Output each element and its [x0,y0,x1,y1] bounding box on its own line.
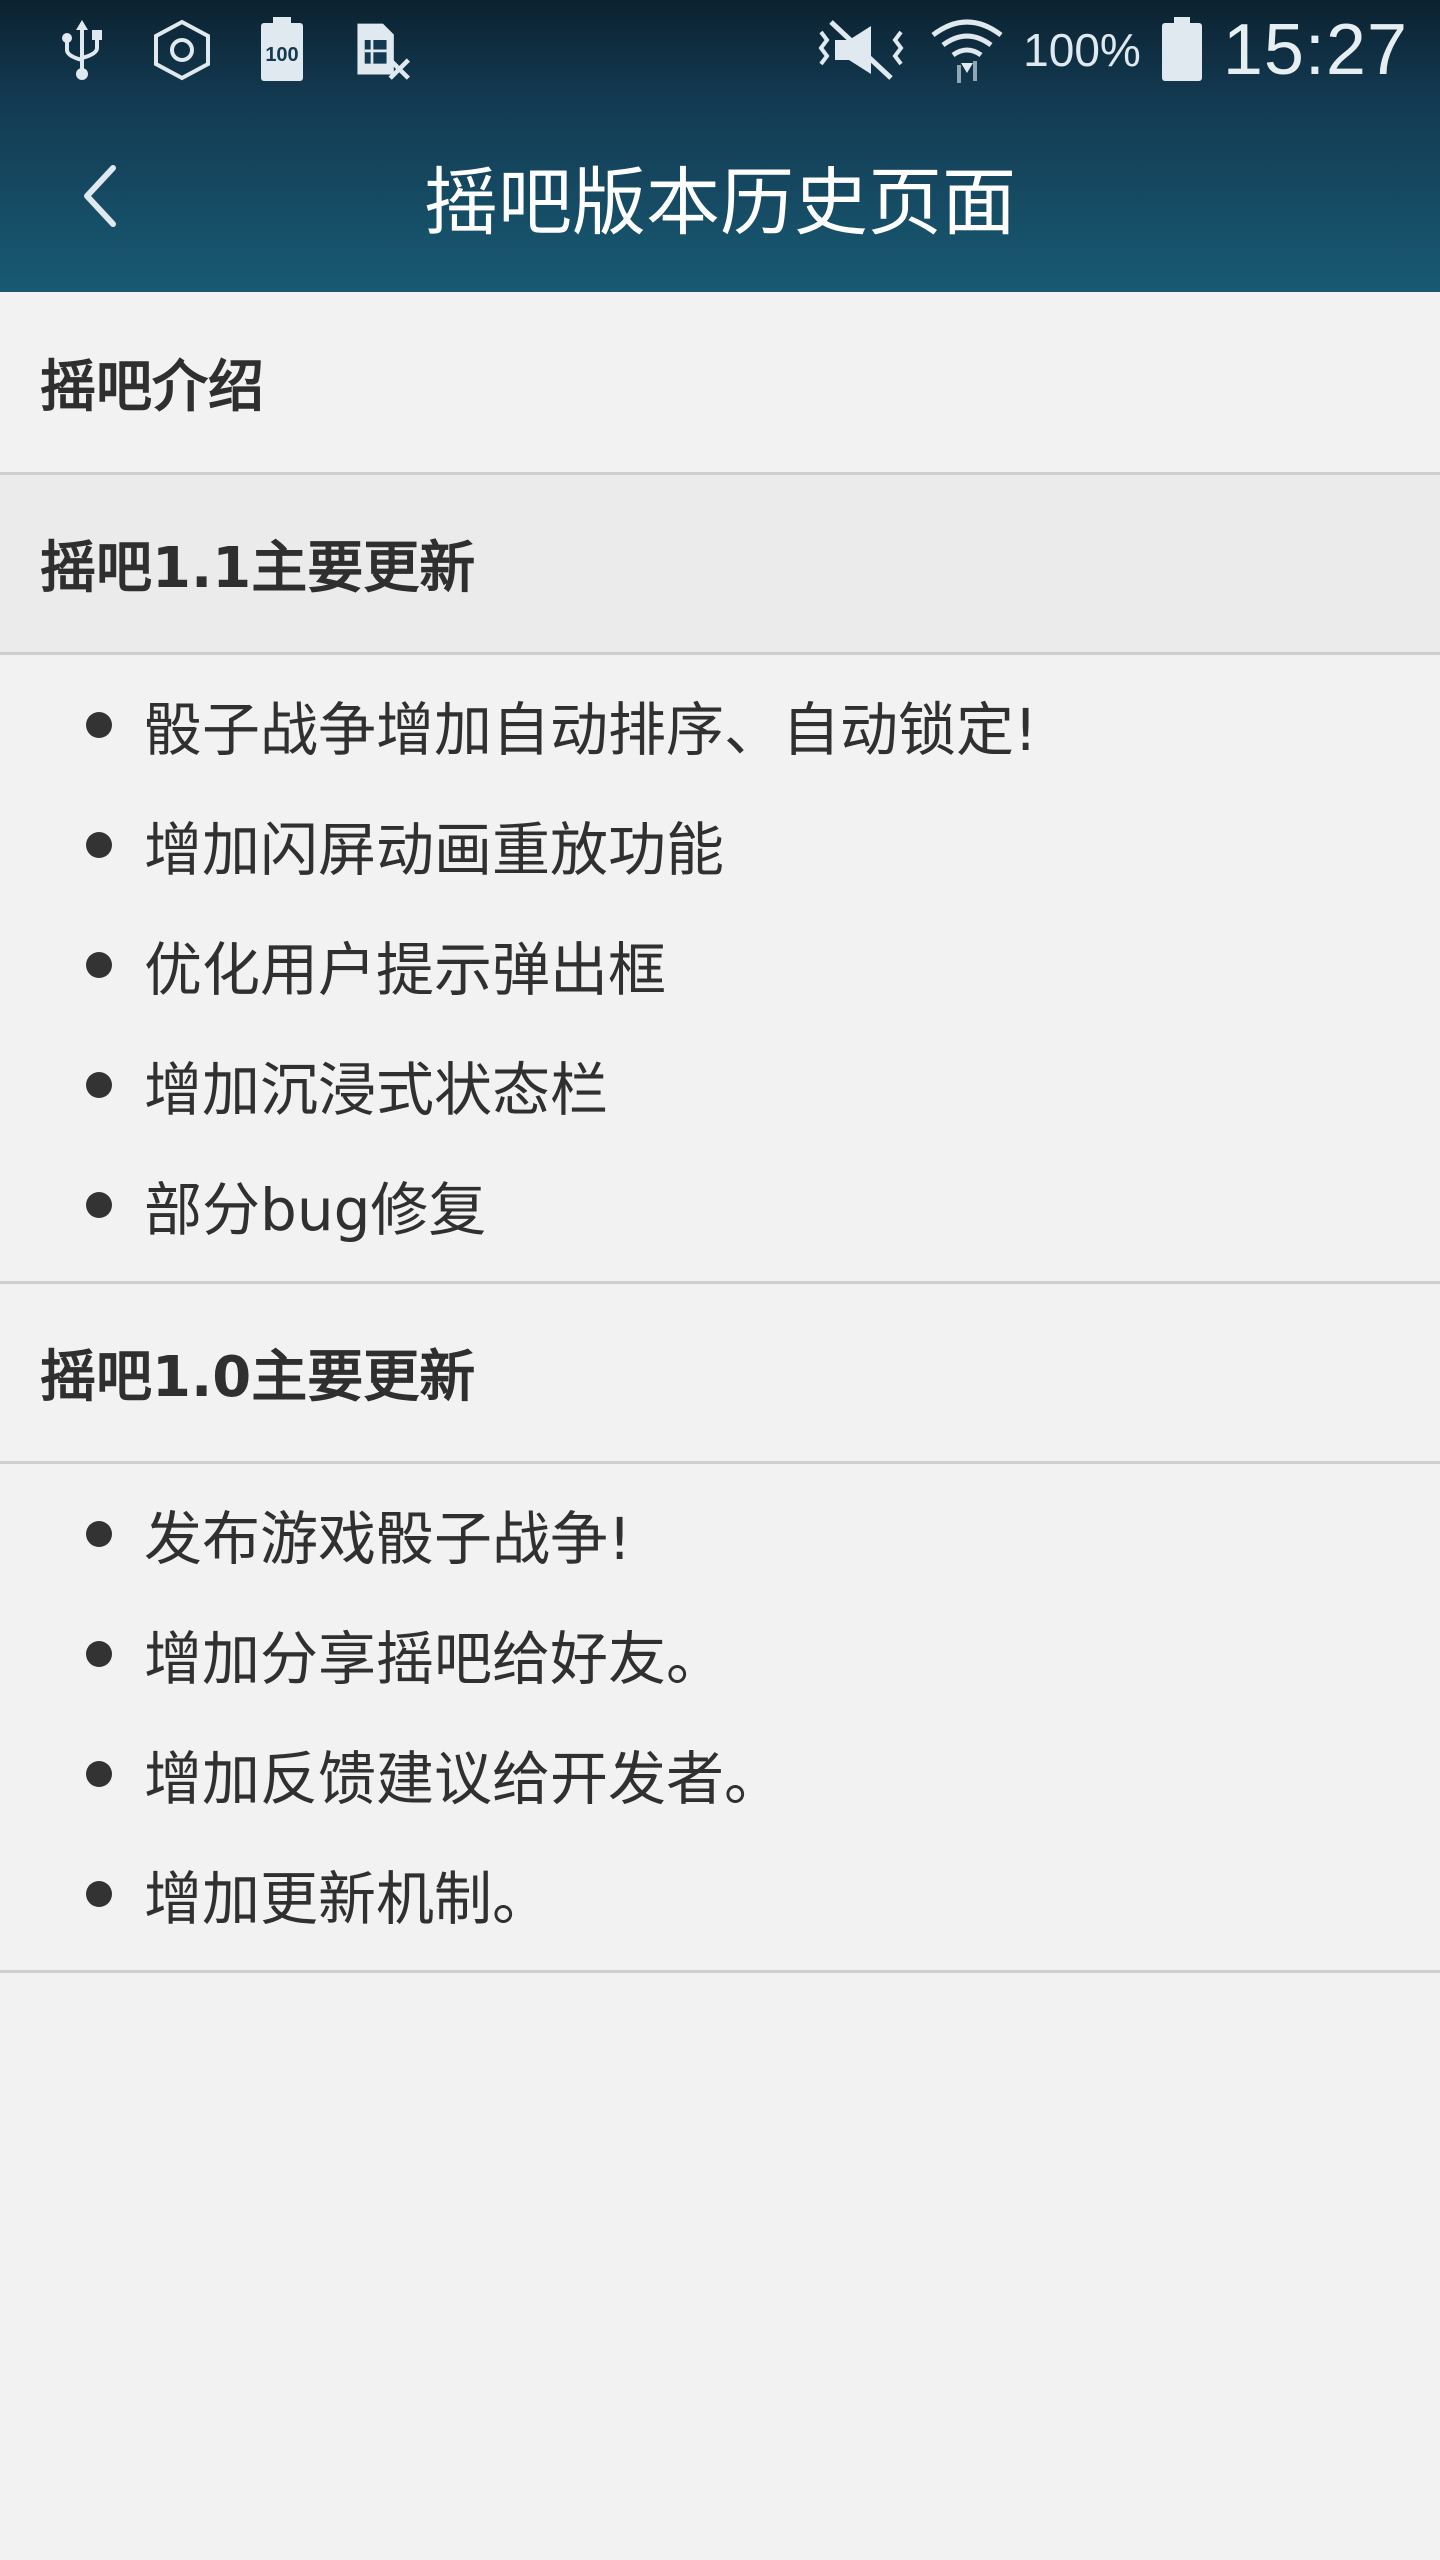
usb-icon [52,18,112,82]
battery-percent: 100% [1023,24,1141,76]
changelog-list-v1-1: 骰子战争增加自动排序、自动锁定! 增加闪屏动画重放功能 优化用户提示弹出框 增加… [0,655,1440,1284]
bullet-icon [86,832,112,858]
list-item: 优化用户提示弹出框 [0,905,1440,1025]
bullet-icon [86,1641,112,1667]
back-button[interactable] [60,156,140,236]
list-item: 骰子战争增加自动排序、自动锁定! [0,665,1440,785]
changelog-list-v1-0: 发布游戏骰子战争! 增加分享摇吧给好友。 增加反馈建议给开发者。 增加更新机制。 [0,1464,1440,1973]
bullet-icon [86,712,112,738]
list-item: 增加更新机制。 [0,1834,1440,1954]
section-header-intro[interactable]: 摇吧介绍 [0,292,1440,475]
list-item: 增加闪屏动画重放功能 [0,785,1440,905]
list-item-text: 增加闪屏动画重放功能 [144,816,725,884]
list-item-text: 部分bug修复 [144,1176,487,1244]
chevron-left-icon [84,165,116,227]
list-item-text: 增加反馈建议给开发者。 [144,1745,783,1813]
list-item: 增加沉浸式状态栏 [0,1025,1440,1145]
svg-text:100: 100 [265,44,298,66]
bullet-icon [86,1072,112,1098]
app-bar: 摇吧版本历史页面 [0,100,1440,292]
list-item: 部分bug修复 [0,1145,1440,1265]
list-item-text: 发布游戏骰子战争! [144,1505,632,1573]
page-title: 摇吧版本历史页面 [424,159,1016,246]
list-item-text: 增加分享摇吧给好友。 [144,1625,725,1693]
bullet-icon [86,1521,112,1547]
list-item: 增加反馈建议给开发者。 [0,1714,1440,1834]
list-item: 增加分享摇吧给好友。 [0,1594,1440,1714]
bullet-icon [86,1761,112,1787]
section-header-v1-0[interactable]: 摇吧1.0主要更新 [0,1284,1440,1464]
list-item-text: 增加更新机制。 [144,1865,551,1933]
list-item-text: 优化用户提示弹出框 [144,936,667,1004]
list-item-text: 骰子战争增加自动排序、自动锁定! [144,696,1038,764]
battery-icon [1159,17,1205,82]
list-item: 发布游戏骰子战争! [0,1474,1440,1594]
battery-100-icon: 100 [252,17,312,82]
clock: 15:27 [1222,10,1408,90]
status-left-icons: 100 [0,17,412,82]
wifi-icon [929,18,1005,83]
bullet-icon [86,1881,112,1907]
version-history-content: 摇吧介绍 摇吧1.1主要更新 骰子战争增加自动排序、自动锁定! 增加闪屏动画重放… [0,292,1440,1973]
list-item-text: 增加沉浸式状态栏 [144,1056,609,1124]
vibrate-icon [811,18,911,82]
bullet-icon [86,1192,112,1218]
section-header-v1-1[interactable]: 摇吧1.1主要更新 [0,475,1440,655]
status-bar: 100 100% 15:27 [0,0,1440,100]
status-right-icons: 100% 15:27 [811,9,1440,91]
screen: 100 100% 15:27 摇吧版本历史页面 摇吧介绍 摇吧1.1主要更新 骰… [0,0,1440,2560]
sim-x-icon [352,18,412,82]
bullet-icon [86,952,112,978]
hexagon-icon [152,18,212,82]
